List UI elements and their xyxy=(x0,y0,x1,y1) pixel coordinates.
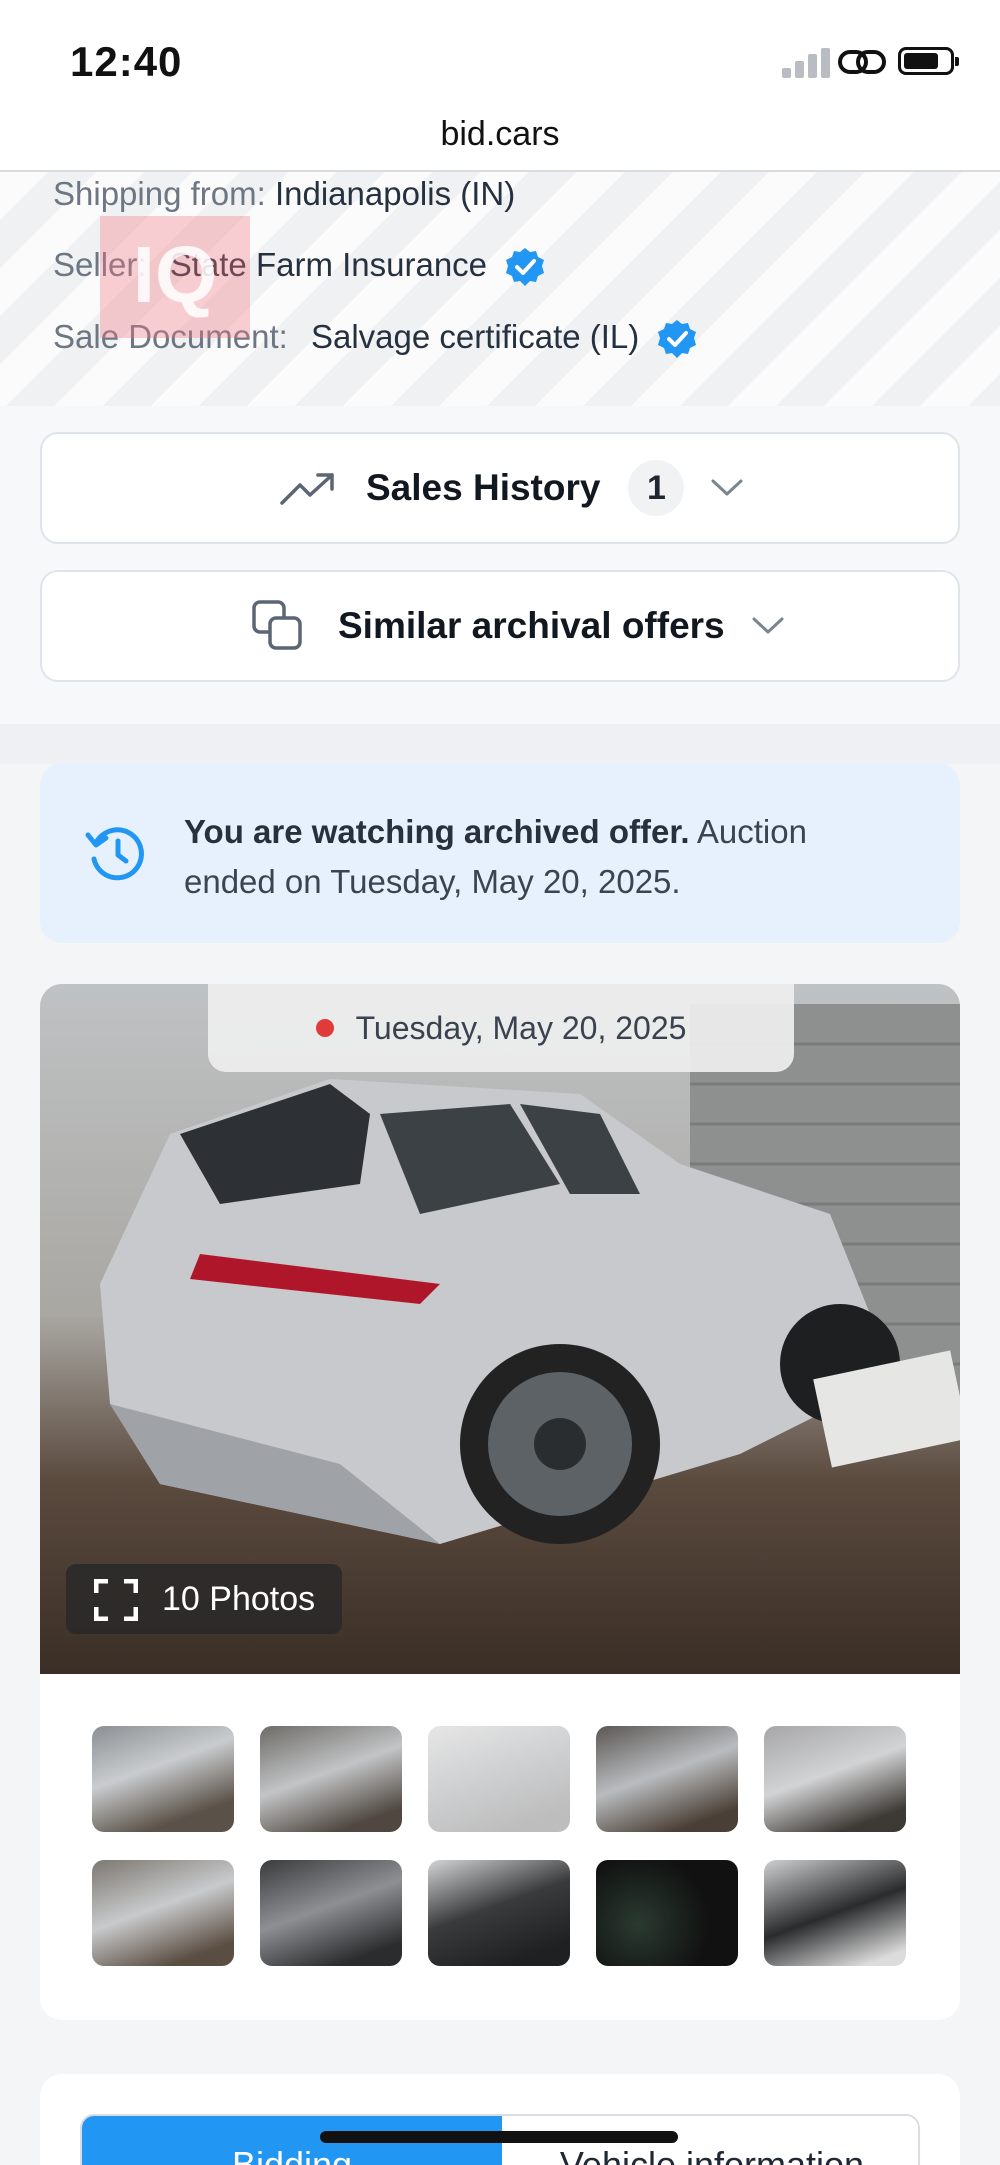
archived-notice: You are watching archived offer. Auction… xyxy=(40,763,960,943)
chevron-down-icon xyxy=(711,479,743,496)
watermark-logo: IQ xyxy=(100,216,250,338)
url-bar[interactable]: bid.cars xyxy=(0,108,1000,172)
thumbnail[interactable] xyxy=(764,1726,906,1832)
thumbnail[interactable] xyxy=(428,1726,570,1832)
battery-icon xyxy=(898,47,959,75)
auction-date: Tuesday, May 20, 2025 xyxy=(355,1010,687,1046)
thumbnail[interactable] xyxy=(764,1860,906,1966)
history-icon xyxy=(85,827,144,881)
copy-icon xyxy=(252,600,302,650)
thumbnail[interactable] xyxy=(92,1726,234,1832)
sales-history-count: 1 xyxy=(628,460,685,516)
fullscreen-icon xyxy=(94,1579,138,1621)
status-dot xyxy=(315,1018,334,1037)
similar-offers-title: Similar archival offers xyxy=(338,605,725,646)
thumbnail[interactable] xyxy=(92,1860,234,1966)
thumbnail[interactable] xyxy=(596,1860,738,1966)
shipping-value: Indianapolis (IN) xyxy=(274,175,516,212)
main-vehicle-photo[interactable]: Tuesday, May 20, 2025 10 Photos xyxy=(40,984,960,1674)
status-bar: 12:40 xyxy=(0,0,1000,118)
gallery-card: Tuesday, May 20, 2025 10 Photos xyxy=(40,984,960,2020)
section-divider xyxy=(0,724,1000,764)
accordion-area: Sales History 1 Similar archival offers xyxy=(0,406,1000,724)
verified-icon xyxy=(658,320,697,359)
verified-icon xyxy=(506,248,545,287)
similar-offers-accordion[interactable]: Similar archival offers xyxy=(40,570,960,682)
trending-up-icon xyxy=(280,473,334,505)
notice-text: You are watching archived offer. Auction… xyxy=(184,807,884,907)
thumbnail[interactable] xyxy=(260,1860,402,1966)
signal-icon xyxy=(782,48,830,78)
shipping-row: Shipping from: Indianapolis (IN) xyxy=(53,175,515,213)
photos-button[interactable]: 10 Photos xyxy=(66,1564,342,1634)
thumbnail[interactable] xyxy=(428,1860,570,1966)
sales-history-title: Sales History xyxy=(366,467,601,508)
photos-count: 10 Photos xyxy=(162,1580,316,1618)
chevron-down-icon xyxy=(752,617,784,634)
home-indicator[interactable] xyxy=(320,2131,678,2143)
auction-date-badge: Tuesday, May 20, 2025 xyxy=(208,984,794,1072)
sales-history-accordion[interactable]: Sales History 1 xyxy=(40,432,960,544)
document-value: Salvage certificate (IL) xyxy=(310,318,640,355)
details-card: Bidding Vehicle information xyxy=(40,2074,960,2165)
notice-bold: You are watching archived offer. xyxy=(184,813,690,850)
shipping-label: Shipping from: xyxy=(53,175,266,212)
thumbnail[interactable] xyxy=(260,1726,402,1832)
link-icon xyxy=(838,50,886,74)
thumbnail[interactable] xyxy=(596,1726,738,1832)
status-time: 12:40 xyxy=(70,38,183,85)
